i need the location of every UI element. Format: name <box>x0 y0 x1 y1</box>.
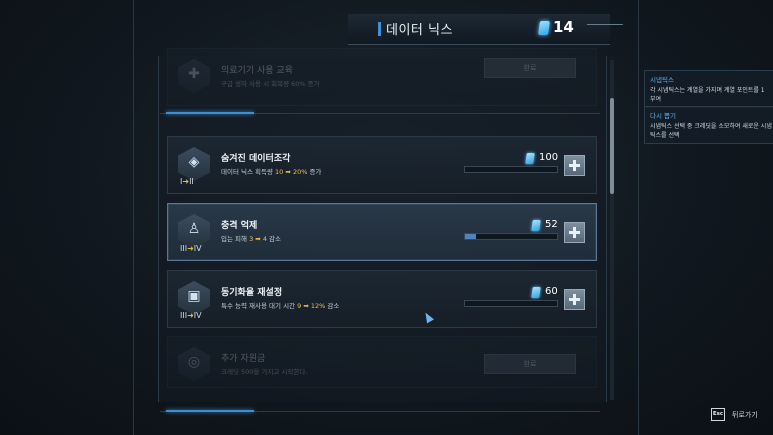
skill-card-extra-funds[interactable]: ◎ 추가 자원금 크레딧 500을 가지고 시작한다. 완료 <box>167 336 597 388</box>
skill-description: 입는 피해 3 ➡ 4 감소 <box>221 235 281 243</box>
data-crystal-icon <box>531 287 541 298</box>
skill-description: 크레딧 500을 가지고 시작한다. <box>221 368 308 376</box>
skill-cost: 52 <box>545 219 558 230</box>
tier-indicator: III➜IV <box>180 244 202 253</box>
info-text: 각 시냅틱스는 계열을 가지며 계열 포인트를 1 부여 <box>650 87 765 103</box>
section-divider <box>160 410 600 424</box>
skill-name: 숨겨진 데이터조각 <box>221 154 291 164</box>
skill-description: 데이터 닉스 획득량 10 ➡ 20% 증가 <box>221 168 322 176</box>
title-accent-bar <box>378 22 381 36</box>
skill-cost: 100 <box>539 152 559 163</box>
skill-progress-bar <box>464 300 558 307</box>
info-panel-synaptics: 시냅틱스 각 시냅틱스는 계열을 가지며 계열 포인트를 1 부여 <box>644 70 773 108</box>
info-panel-reroll: 다시 뽑기 시냅틱스 선택 중 크레딧을 소모하여 새로운 시냅틱스를 선택 <box>644 106 773 144</box>
skill-name: 추가 자원금 <box>221 354 266 364</box>
skill-cost: 60 <box>545 286 558 297</box>
skill-progress-bar <box>464 166 558 173</box>
skill-progress-bar <box>464 233 558 240</box>
data-fragment-icon: ◈ <box>178 147 210 181</box>
info-title: 시냅틱스 <box>650 76 674 84</box>
skill-name: 의료기기 사용 교육 <box>221 66 293 76</box>
skill-card-sync-reset[interactable]: ▣ III➜IV 동기화율 재설정 특수 능력 재사용 대기 시간 9 ➡ 12… <box>167 270 597 328</box>
skill-card-impact-suppression[interactable]: ♙ III➜IV 충격 억제 입는 피해 3 ➡ 4 감소 52 <box>167 203 597 261</box>
section-divider <box>160 112 600 126</box>
upgrade-plus-button[interactable] <box>564 222 585 243</box>
data-crystal-icon <box>531 220 541 231</box>
monitor-icon: ▣ <box>178 281 210 315</box>
tier-indicator: III➜IV <box>180 311 202 320</box>
frame-right-line <box>638 0 639 435</box>
skill-name: 충격 억제 <box>221 221 258 231</box>
page-header: 데이터 닉스 14 <box>348 14 624 45</box>
header-decoration <box>576 24 624 39</box>
scrollbar-thumb[interactable] <box>610 98 614 194</box>
skill-name: 동기화율 재설정 <box>221 288 283 298</box>
info-title: 다시 뽑기 <box>650 112 676 120</box>
coin-icon: ◎ <box>178 347 210 381</box>
skill-card-medical-training[interactable]: ✚ 의료기기 사용 교육 구급 생자 사용 시 회복량 60% 증가 완료 <box>167 48 597 106</box>
back-label[interactable]: 뒤로가기 <box>732 410 758 420</box>
body-silhouette-icon: ♙ <box>178 214 210 248</box>
upgrade-plus-button[interactable] <box>564 289 585 310</box>
data-crystal-icon <box>525 153 535 164</box>
tier-indicator: I➜II <box>180 177 194 186</box>
skill-card-hidden-data-fragment[interactable]: ◈ I➜II 숨겨진 데이터조각 데이터 닉스 획득량 10 ➡ 20% 증가 … <box>167 136 597 194</box>
info-text: 시냅틱스 선택 중 크레딧을 소모하여 새로운 시냅틱스를 선택 <box>650 123 772 139</box>
medical-kit-icon: ✚ <box>178 59 210 93</box>
data-crystal-icon <box>538 21 550 35</box>
skill-description: 구급 생자 사용 시 회복량 60% 증가 <box>221 80 320 88</box>
currency-count: 14 <box>553 18 574 36</box>
skill-description: 특수 능력 재사용 대기 시간 9 ➡ 12% 감소 <box>221 302 340 310</box>
upgrade-plus-button[interactable] <box>564 155 585 176</box>
page-title: 데이터 닉스 <box>386 23 453 38</box>
frame-left-line <box>133 0 134 435</box>
completed-button[interactable]: 완료 <box>484 58 576 78</box>
esc-key-icon[interactable]: Esc <box>711 408 725 421</box>
completed-button[interactable]: 완료 <box>484 354 576 374</box>
